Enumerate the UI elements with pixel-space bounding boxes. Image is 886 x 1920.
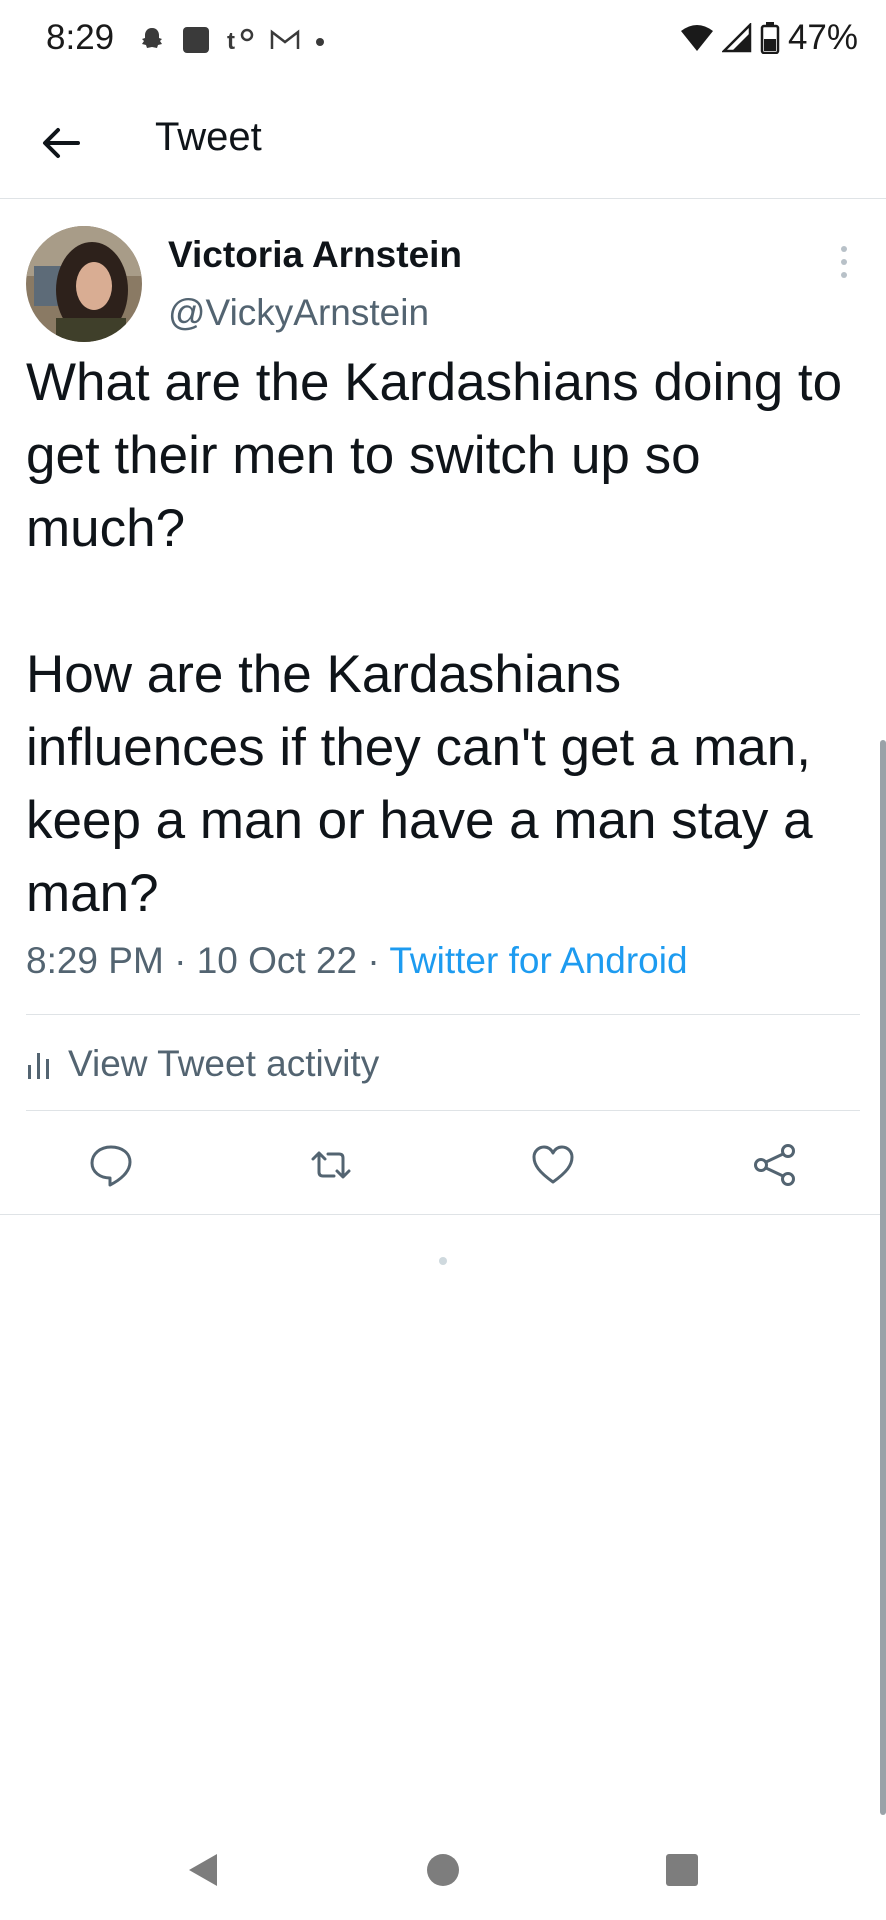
- scrollbar[interactable]: [880, 740, 886, 1815]
- wifi-icon: [680, 25, 713, 51]
- divider: [0, 1214, 886, 1215]
- dot-icon: [316, 38, 324, 46]
- like-icon[interactable]: [530, 1142, 576, 1188]
- tweet-source-link[interactable]: Twitter for Android: [389, 940, 687, 981]
- navigation-bar: [0, 1820, 886, 1920]
- meta-separator: ·: [174, 940, 187, 981]
- arrow-left-icon[interactable]: [38, 120, 84, 166]
- activity-label: View Tweet activity: [68, 1043, 380, 1084]
- more-options-icon[interactable]: [836, 244, 852, 280]
- bar-chart-icon: [28, 1053, 49, 1079]
- avatar[interactable]: [26, 226, 142, 342]
- tweet-meta: 8:29 PM · 10 Oct 22 · Twitter for Androi…: [26, 940, 688, 982]
- tweet-date: 10 Oct 22: [196, 940, 358, 981]
- app-icon: [183, 27, 209, 53]
- author-handle[interactable]: @VickyArnstein: [168, 292, 429, 334]
- view-tweet-activity[interactable]: View Tweet activity: [26, 1034, 379, 1094]
- app-bar: Tweet: [0, 80, 886, 199]
- reply-icon[interactable]: [88, 1142, 134, 1188]
- nav-recents-icon[interactable]: [662, 1850, 702, 1890]
- action-bar: [0, 1110, 886, 1214]
- battery-icon: [760, 22, 780, 54]
- tweet-time: 8:29 PM: [26, 940, 164, 981]
- loading-dot: [439, 1257, 447, 1265]
- status-time: 8:29: [46, 18, 115, 57]
- snapchat-icon: [142, 28, 162, 48]
- battery-level: 47%: [787, 18, 858, 57]
- tweet-text: What are the Kardashians doing to get th…: [26, 353, 843, 923]
- nav-home-icon[interactable]: [423, 1850, 463, 1890]
- notification-icons: t: [137, 22, 325, 58]
- share-icon[interactable]: [752, 1142, 798, 1188]
- status-right: 47%: [680, 18, 858, 58]
- nav-back-icon[interactable]: [183, 1850, 223, 1890]
- gmail-icon: [270, 29, 300, 49]
- tiktok-icon: t: [227, 28, 254, 55]
- divider: [26, 1014, 860, 1015]
- status-bar: 8:29 t 47%: [0, 0, 886, 80]
- svg-text:t: t: [227, 28, 235, 55]
- page-title: Tweet: [155, 115, 262, 159]
- author-name[interactable]: Victoria Arnstein: [168, 234, 462, 276]
- retweet-icon[interactable]: [308, 1142, 354, 1188]
- meta-separator: ·: [367, 940, 380, 981]
- signal-icon: [721, 23, 752, 53]
